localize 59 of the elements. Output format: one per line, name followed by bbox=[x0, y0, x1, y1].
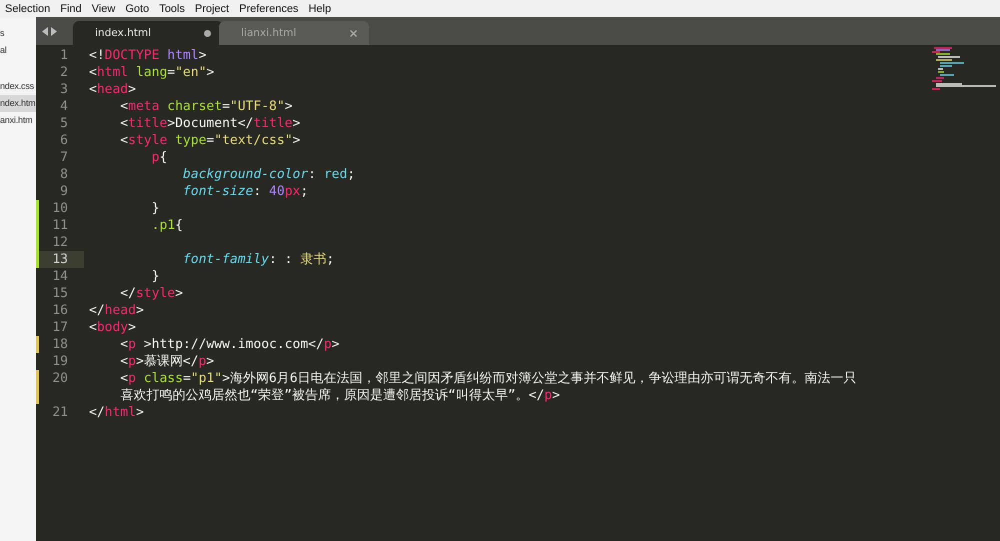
code-line: <p>慕课网</p> bbox=[119, 353, 214, 370]
file-tab[interactable]: index.html bbox=[73, 21, 223, 45]
line-number: 11 bbox=[51, 217, 69, 234]
line-number: 17 bbox=[51, 319, 69, 336]
line-number: 4 bbox=[59, 98, 69, 115]
code-line: <!DOCTYPE html> bbox=[88, 47, 206, 64]
line-number: 7 bbox=[59, 149, 69, 166]
code-line: <html lang="en"> bbox=[88, 64, 214, 81]
menu-item[interactable]: Goto bbox=[120, 2, 154, 14]
code-line: </html> bbox=[88, 404, 144, 421]
line-number: 10 bbox=[51, 200, 69, 217]
line-number: 8 bbox=[59, 166, 69, 183]
right-arrow-icon[interactable] bbox=[51, 26, 57, 36]
code-line: <p >http://www.imooc.com</p> bbox=[119, 336, 340, 353]
menu-item[interactable]: Project bbox=[190, 2, 234, 14]
file-item[interactable]: ndex.css bbox=[0, 78, 35, 95]
code-line: <meta charset="UTF-8"> bbox=[119, 98, 293, 115]
file-item[interactable]: ndex.htm bbox=[0, 95, 36, 112]
line-number: 19 bbox=[51, 353, 69, 370]
menu-item[interactable]: Help bbox=[303, 2, 336, 14]
code-line: } bbox=[150, 268, 160, 285]
code-line: <style type="text/css"> bbox=[119, 132, 300, 149]
code-line: font-size: 40px; bbox=[182, 183, 308, 200]
line-number: 20 bbox=[51, 370, 69, 387]
line-number: 6 bbox=[59, 132, 69, 149]
line-number: 16 bbox=[51, 302, 69, 319]
line-number: 13 bbox=[39, 251, 84, 268]
left-arrow-icon[interactable] bbox=[42, 26, 48, 36]
code-line: </head> bbox=[88, 302, 144, 319]
line-number: 21 bbox=[51, 404, 69, 421]
menu-item[interactable]: Tools bbox=[154, 2, 190, 14]
menu-item[interactable]: Preferences bbox=[234, 2, 304, 14]
menu-item[interactable]: Find bbox=[55, 2, 87, 14]
file-item[interactable]: s bbox=[0, 25, 6, 42]
code-line: <title>Document</title> bbox=[119, 115, 300, 132]
file-item[interactable]: al bbox=[0, 42, 8, 59]
code-line: </style> bbox=[119, 285, 183, 302]
line-number: 1 bbox=[59, 47, 69, 64]
code-line: <p class="p1">海外网6月6日电在法国，邻里之间因矛盾纠纷而对簿公堂之事并不鲜见，争讼理由亦可谓无奇不有。南法一只 bbox=[119, 370, 857, 387]
line-number: 9 bbox=[59, 183, 69, 200]
code-line: <body> bbox=[88, 319, 136, 336]
menu-item[interactable]: View bbox=[86, 2, 120, 14]
line-number: 3 bbox=[59, 81, 69, 98]
code-line: 喜欢打鸣的公鸡居然也“荣登”被告席，原因是遭邻居投诉“叫得太早”。</p> bbox=[119, 387, 560, 404]
line-number: 2 bbox=[59, 64, 69, 81]
line-number: 15 bbox=[51, 285, 69, 302]
line-number: 18 bbox=[51, 336, 69, 353]
code-line: p{ bbox=[150, 149, 168, 166]
menu-item[interactable]: Selection bbox=[0, 2, 56, 14]
code-line: <head> bbox=[88, 81, 136, 98]
file-item[interactable]: anxi.htm bbox=[0, 112, 34, 129]
close-icon[interactable] bbox=[350, 30, 357, 36]
code-line: } bbox=[150, 200, 160, 217]
line-number: 14 bbox=[51, 268, 69, 285]
line-number: 12 bbox=[51, 234, 69, 251]
line-number: 5 bbox=[59, 115, 69, 132]
code-line: .p1{ bbox=[150, 217, 183, 234]
code-line: font-family: : 隶书; bbox=[182, 251, 334, 268]
code-line: background-color: red; bbox=[182, 166, 356, 183]
